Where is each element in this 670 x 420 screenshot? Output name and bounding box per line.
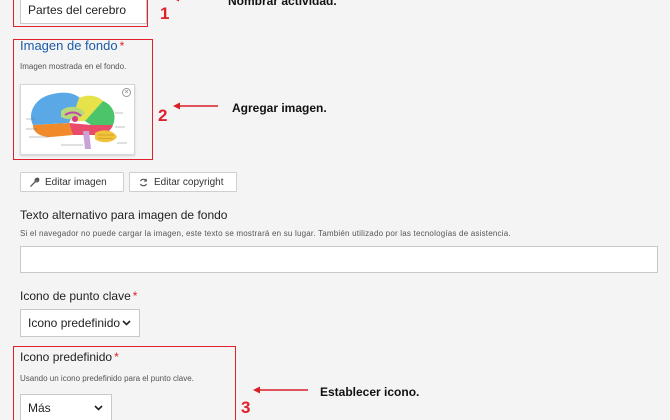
edit-image-label: Editar imagen — [45, 176, 107, 188]
hotspot-icon-selected: Icono predefinido — [28, 316, 121, 330]
copyright-icon — [140, 178, 147, 186]
required-asterisk: * — [132, 289, 138, 303]
predefined-icon-select[interactable]: Más — [20, 394, 112, 420]
step2-number: 2 — [158, 106, 168, 125]
alt-text-description: Si el navegador no puede cargar la image… — [20, 229, 511, 238]
arrow-left-icon — [253, 386, 308, 394]
alt-text-label: Texto alternativo para imagen de fondo — [20, 208, 228, 222]
arrow-left-icon — [173, 102, 218, 110]
predefined-icon-label-text: Icono predefinido — [20, 350, 113, 364]
chevron-down-icon — [94, 405, 103, 411]
activity-name-input[interactable]: Partes del cerebro — [20, 0, 147, 24]
chevron-down-icon — [122, 320, 131, 326]
alt-text-input[interactable] — [20, 246, 658, 273]
edit-copyright-label: Editar copyright — [154, 176, 224, 188]
predefined-icon-description: Usando un icono predefinido para el punt… — [20, 374, 194, 383]
edit-copyright-button[interactable]: Editar copyright — [129, 172, 237, 192]
required-asterisk: * — [114, 350, 119, 364]
predefined-icon-selected: Más — [28, 401, 51, 415]
step1-number: 1 — [160, 4, 170, 23]
predefined-icon-label: Icono predefinido * — [20, 350, 119, 364]
step1-note: Nombrar actividad. — [228, 0, 337, 8]
hotspot-icon-select[interactable]: Icono predefinido — [20, 309, 140, 337]
edit-image-button[interactable]: Editar imagen — [20, 172, 124, 192]
arrow-left-icon — [176, 0, 179, 2]
step3-note: Establecer icono. — [320, 385, 420, 399]
background-image-description: Imagen mostrada en el fondo. — [20, 62, 127, 71]
background-image-thumbnail[interactable]: × — [20, 84, 135, 155]
close-icon[interactable]: × — [122, 88, 131, 97]
step3-number: 3 — [241, 398, 251, 417]
activity-name-value: Partes del cerebro — [28, 3, 127, 17]
background-image-label: Imagen de fondo * — [20, 38, 124, 53]
background-image-label-text: Imagen de fondo — [20, 38, 118, 53]
hotspot-icon-label: Icono de punto clave * — [20, 289, 137, 303]
step2-note: Agregar imagen. — [232, 101, 327, 115]
wrench-icon — [30, 177, 40, 187]
required-asterisk: * — [119, 39, 125, 53]
hotspot-icon-label-text: Icono de punto clave — [20, 289, 131, 303]
brain-illustration — [26, 92, 127, 149]
